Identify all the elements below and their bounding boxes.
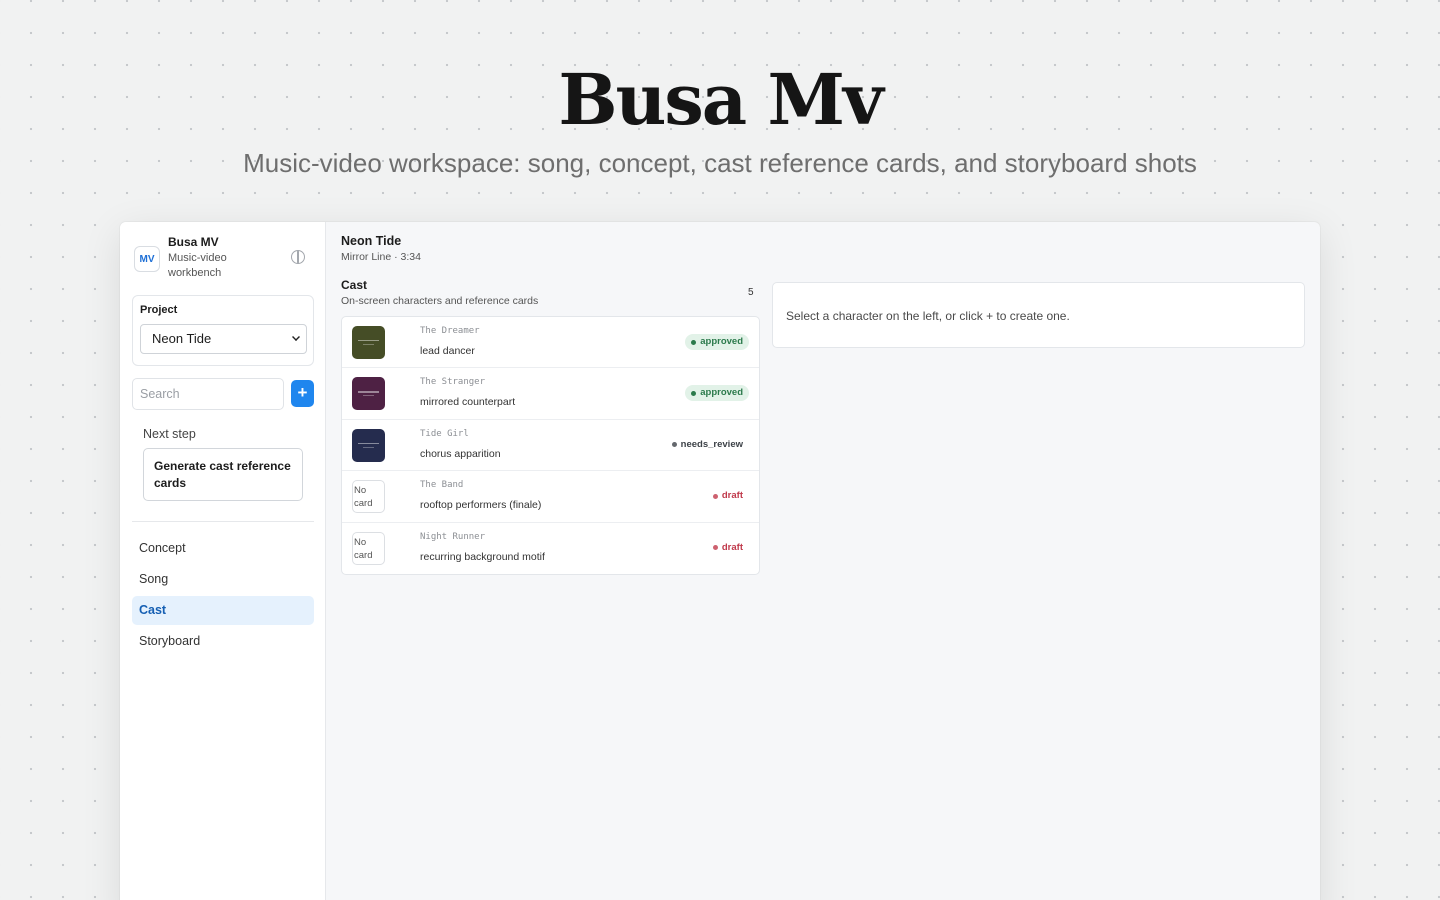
- character-role: lead dancer: [420, 345, 475, 357]
- main-panel: Neon Tide Mirror Line · 3:34 Cast On-scr…: [326, 222, 1320, 900]
- song-meta: Mirror Line · 3:34: [341, 251, 421, 263]
- next-step-label: Next step: [143, 427, 196, 441]
- reference-card-thumbnail: [352, 428, 385, 462]
- song-title: Neon Tide: [341, 234, 402, 248]
- character-role: recurring background motif: [420, 550, 545, 563]
- brand-logo: MV: [134, 246, 160, 272]
- character-name: The Band: [420, 480, 464, 491]
- sidebar-nav: Concept Song Cast Storyboard: [132, 534, 314, 658]
- status-badge: approved: [685, 385, 749, 402]
- cast-count: 5: [748, 287, 754, 298]
- next-step-button[interactable]: Generate cast reference cards: [143, 448, 303, 501]
- cast-list: The Dreamer lead dancer approved The Str…: [341, 316, 760, 575]
- sidebar: MV Busa MV Music-video workbench Project…: [120, 222, 326, 900]
- add-character-button[interactable]: +: [291, 380, 314, 407]
- reference-card-thumbnail: [352, 326, 385, 359]
- sidebar-divider: [132, 521, 314, 522]
- search-input[interactable]: [132, 378, 284, 410]
- brand: MV Busa MV Music-video workbench: [134, 234, 314, 284]
- chevron-down-icon: [292, 333, 300, 341]
- app-window: MV Busa MV Music-video workbench Project…: [120, 222, 1320, 900]
- cast-row[interactable]: No card The Band rooftop performers (fin…: [342, 471, 759, 523]
- hero-subtitle: Music-video workspace: song, concept, ca…: [243, 148, 1197, 178]
- project-select[interactable]: Neon Tide: [140, 324, 307, 354]
- status-badge: approved: [685, 334, 749, 350]
- reference-card-thumbnail: [352, 377, 385, 411]
- no-card-placeholder: No card: [352, 531, 385, 565]
- character-name: Tide Girl: [420, 428, 469, 439]
- empty-state-message: Select a character on the left, or click…: [786, 309, 1070, 323]
- half-circle-icon[interactable]: [291, 250, 305, 264]
- character-name: The Stranger: [420, 377, 486, 388]
- character-name: The Dreamer: [420, 326, 480, 336]
- sidebar-item-storyboard[interactable]: Storyboard: [132, 627, 314, 656]
- character-role: chorus apparition: [420, 447, 501, 460]
- status-badge: needs_review: [666, 437, 749, 453]
- no-card-placeholder: No card: [352, 480, 385, 514]
- brand-tagline: Music-video workbench: [168, 252, 227, 279]
- project-panel: Project Neon Tide: [132, 295, 314, 366]
- sidebar-item-song[interactable]: Song: [132, 565, 314, 594]
- cast-row[interactable]: Tide Girl chorus apparition needs_review: [342, 420, 759, 472]
- character-role: rooftop performers (finale): [420, 499, 542, 512]
- hero-title: Busa Mv: [558, 58, 883, 141]
- cast-row[interactable]: No card Night Runner recurring backgroun…: [342, 523, 759, 574]
- character-name: Night Runner: [420, 531, 486, 542]
- sidebar-item-cast[interactable]: Cast: [132, 596, 314, 625]
- status-badge: draft: [707, 488, 749, 504]
- project-label: Project: [140, 304, 178, 316]
- cast-heading: Cast: [341, 278, 368, 292]
- project-select-value: Neon Tide: [152, 331, 212, 346]
- cast-row[interactable]: The Stranger mirrored counterpart approv…: [342, 368, 759, 420]
- sidebar-item-concept[interactable]: Concept: [132, 534, 314, 563]
- cast-row[interactable]: The Dreamer lead dancer approved: [342, 317, 759, 369]
- brand-name: Busa MV: [168, 235, 219, 249]
- character-role: mirrored counterpart: [420, 396, 516, 409]
- status-badge: draft: [707, 540, 749, 556]
- cast-subheading: On-screen characters and reference cards: [341, 295, 539, 307]
- character-detail-panel: Select a character on the left, or click…: [772, 282, 1305, 348]
